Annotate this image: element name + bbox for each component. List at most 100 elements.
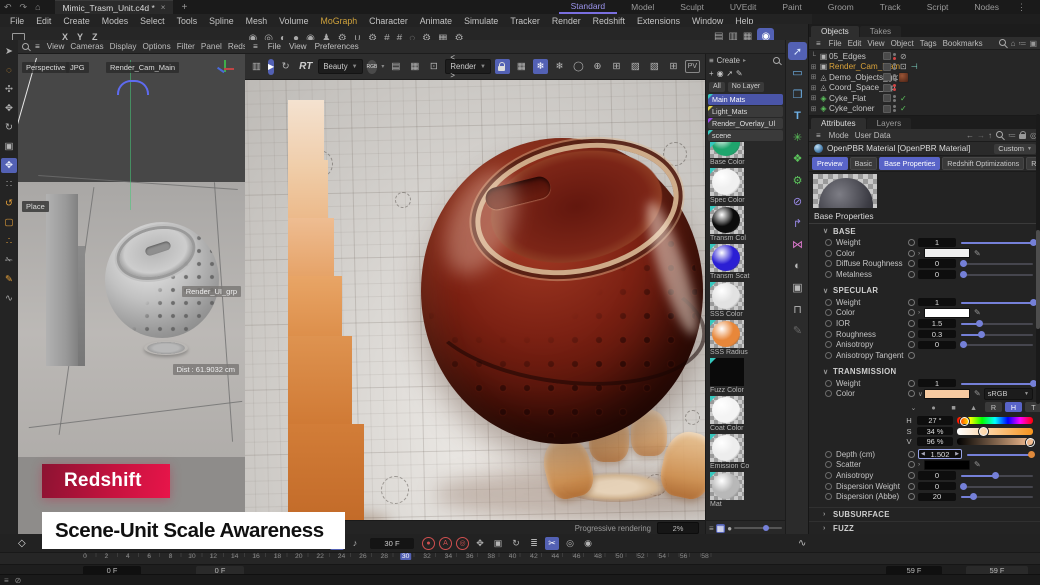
layer-chip-render-overlay-ul[interactable]: Render_Overlay_Ul — [708, 118, 783, 129]
value-slider[interactable] — [961, 237, 1033, 247]
perspective-viewport[interactable]: ≡ ViewCamerasDisplayOptionsFilterPanelRe… — [18, 40, 245, 534]
aov-icon[interactable]: ▨ — [628, 59, 643, 74]
ruler-tick[interactable]: 24 — [338, 553, 346, 560]
place-tool[interactable]: ↺ — [1, 196, 17, 211]
cloner-icon[interactable]: ✳ — [788, 128, 807, 146]
om-menu-tags[interactable]: Tags — [917, 39, 940, 48]
target-tag-icon[interactable]: ⊡ — [900, 62, 907, 71]
group-header-transmission[interactable]: ∨TRANSMISSION — [809, 366, 1040, 378]
ruler-tick[interactable]: 46 — [573, 553, 581, 560]
material-preview-thumbnail[interactable] — [813, 174, 877, 208]
expand-icon[interactable]: ⊞ — [809, 73, 818, 81]
camera-object-icon[interactable]: ▣ — [788, 279, 807, 297]
channel-gradient-slider[interactable] — [957, 428, 1033, 435]
value-field[interactable]: 0 — [918, 259, 956, 268]
value-slider[interactable] — [961, 269, 1033, 279]
ruler-tick[interactable]: 32 — [423, 553, 431, 560]
current-frame-field[interactable]: 30 F — [370, 538, 414, 549]
color-swatch[interactable] — [924, 308, 970, 319]
effector-icon[interactable]: ⚙ — [788, 171, 807, 189]
expand-icon[interactable]: ⊞ — [809, 105, 818, 113]
filter-no-layer[interactable]: No Layer — [728, 82, 764, 92]
autokey-icon[interactable]: A — [439, 537, 452, 550]
enable-checkbox[interactable] — [883, 73, 891, 81]
rt-label[interactable]: RT — [299, 61, 312, 72]
camera-arc-handle[interactable] — [117, 80, 149, 95]
protection-tag-icon[interactable]: ⊣ — [911, 62, 918, 71]
attr-tab-redshift-optimizations[interactable]: Redshift Optimizations — [942, 157, 1024, 170]
rgb-channel-dropdown[interactable]: RGB — [367, 60, 378, 74]
viewport-menu-filter[interactable]: Filter — [174, 42, 198, 51]
eyedropper-icon[interactable]: ✎ — [974, 389, 981, 398]
point-mode-tool[interactable]: ∴ — [1, 234, 17, 249]
text-icon[interactable]: T — [788, 107, 807, 125]
create-menu[interactable]: Create — [717, 56, 740, 65]
menu-animate[interactable]: Animate — [414, 16, 458, 26]
scale-tool[interactable]: ▣ — [1, 139, 17, 154]
render-camera-icon[interactable]: ▥ — [249, 59, 264, 74]
animation-link-icon[interactable] — [908, 309, 915, 316]
fcurve-icon[interactable]: ∿ — [798, 538, 806, 549]
ruler-tick[interactable]: 38 — [487, 553, 495, 560]
value-field[interactable]: 1 — [918, 298, 956, 307]
value-field[interactable]: 1 — [918, 379, 956, 388]
viewport-menu-display[interactable]: Display — [107, 42, 140, 51]
animation-link-icon[interactable] — [908, 483, 915, 490]
om-bookmark-icon[interactable]: ▣ — [1029, 39, 1037, 48]
channel-gradient-slider[interactable] — [957, 417, 1033, 424]
material-swatch-sss-radius[interactable]: SSS Radius — [710, 320, 750, 356]
material-ball-icon[interactable]: ◉ — [717, 69, 724, 78]
image-icon[interactable]: ▧ — [647, 59, 662, 74]
group-header-subsurface[interactable]: ›SUBSURFACE — [809, 507, 1040, 521]
focus-brackets-icon[interactable]: ⊕ — [590, 59, 605, 74]
tab-attributes[interactable]: Attributes — [811, 118, 866, 129]
am-forward-icon[interactable]: → — [977, 131, 985, 140]
viewport-menu-panel[interactable]: Panel — [198, 42, 225, 51]
ruler-tick[interactable]: 28 — [381, 553, 389, 560]
menu-create[interactable]: Create — [57, 16, 95, 26]
cube-icon[interactable]: ❒ — [788, 85, 807, 103]
value-field[interactable]: 0.3 — [918, 330, 956, 339]
snap-tool[interactable]: ∷ — [1, 177, 17, 192]
am-menu-user-data[interactable]: User Data — [852, 131, 894, 140]
om-home-icon[interactable]: ⌂ — [1011, 39, 1016, 48]
enabled-check-icon[interactable]: ✓ — [900, 104, 907, 113]
value-slider[interactable] — [961, 329, 1033, 339]
tab-takes[interactable]: Takes — [860, 26, 901, 37]
value-slider[interactable] — [961, 481, 1033, 491]
material-search-icon[interactable] — [772, 56, 782, 66]
new-tab-button[interactable]: + — [181, 2, 187, 13]
animation-link-icon[interactable] — [908, 239, 915, 246]
color-swatch[interactable] — [924, 389, 970, 400]
value-field[interactable]: 0 — [918, 482, 956, 491]
sound-icon[interactable]: ♪ — [348, 537, 362, 550]
animation-link-icon[interactable] — [908, 352, 915, 359]
render-menu-file[interactable]: File — [264, 42, 285, 51]
render-canvas[interactable] — [245, 80, 705, 520]
object-row-cyke_cloner[interactable]: ⊞◈Cyke_cloner✓ — [809, 104, 1040, 115]
value-slider[interactable] — [961, 378, 1033, 388]
material-swatch-coat-color[interactable]: Coat Color — [710, 396, 750, 432]
shaderball[interactable] — [421, 138, 703, 444]
add-material-icon[interactable]: + — [709, 69, 714, 78]
stage-icon[interactable]: ⊓ — [788, 300, 807, 318]
ruler-tick[interactable]: 10 — [188, 553, 196, 560]
ruler-tick[interactable]: 48 — [594, 553, 602, 560]
deformer-icon[interactable]: ⋈ — [788, 236, 807, 254]
expand-region-icon[interactable]: ⊞ — [609, 59, 624, 74]
record-parameter-icon[interactable]: ≣ — [527, 537, 541, 550]
freeze-geometry-icon[interactable]: ❄ — [552, 59, 567, 74]
clay-shaderball[interactable] — [105, 222, 219, 338]
ruler-tick[interactable]: 50 — [616, 553, 624, 560]
colorspace-dropdown[interactable]: sRGB▼ — [984, 388, 1033, 400]
viewport-format-label[interactable]: JPG — [66, 62, 89, 73]
select-arrow-tool[interactable]: ➤ — [1, 44, 17, 59]
value-field[interactable]: 0 — [918, 471, 956, 480]
record-rotation-icon[interactable]: ↻ — [509, 537, 523, 550]
picker-spectrum-icon[interactable]: ▲ — [965, 402, 982, 412]
eyedropper-icon[interactable]: ✎ — [974, 249, 981, 258]
grid-icon[interactable]: ▦ — [407, 59, 422, 74]
knife-tool[interactable]: ✁ — [1, 253, 17, 268]
workspace-tab-script[interactable]: Script — [915, 1, 961, 13]
image-add-icon[interactable]: ⊞ — [666, 59, 681, 74]
